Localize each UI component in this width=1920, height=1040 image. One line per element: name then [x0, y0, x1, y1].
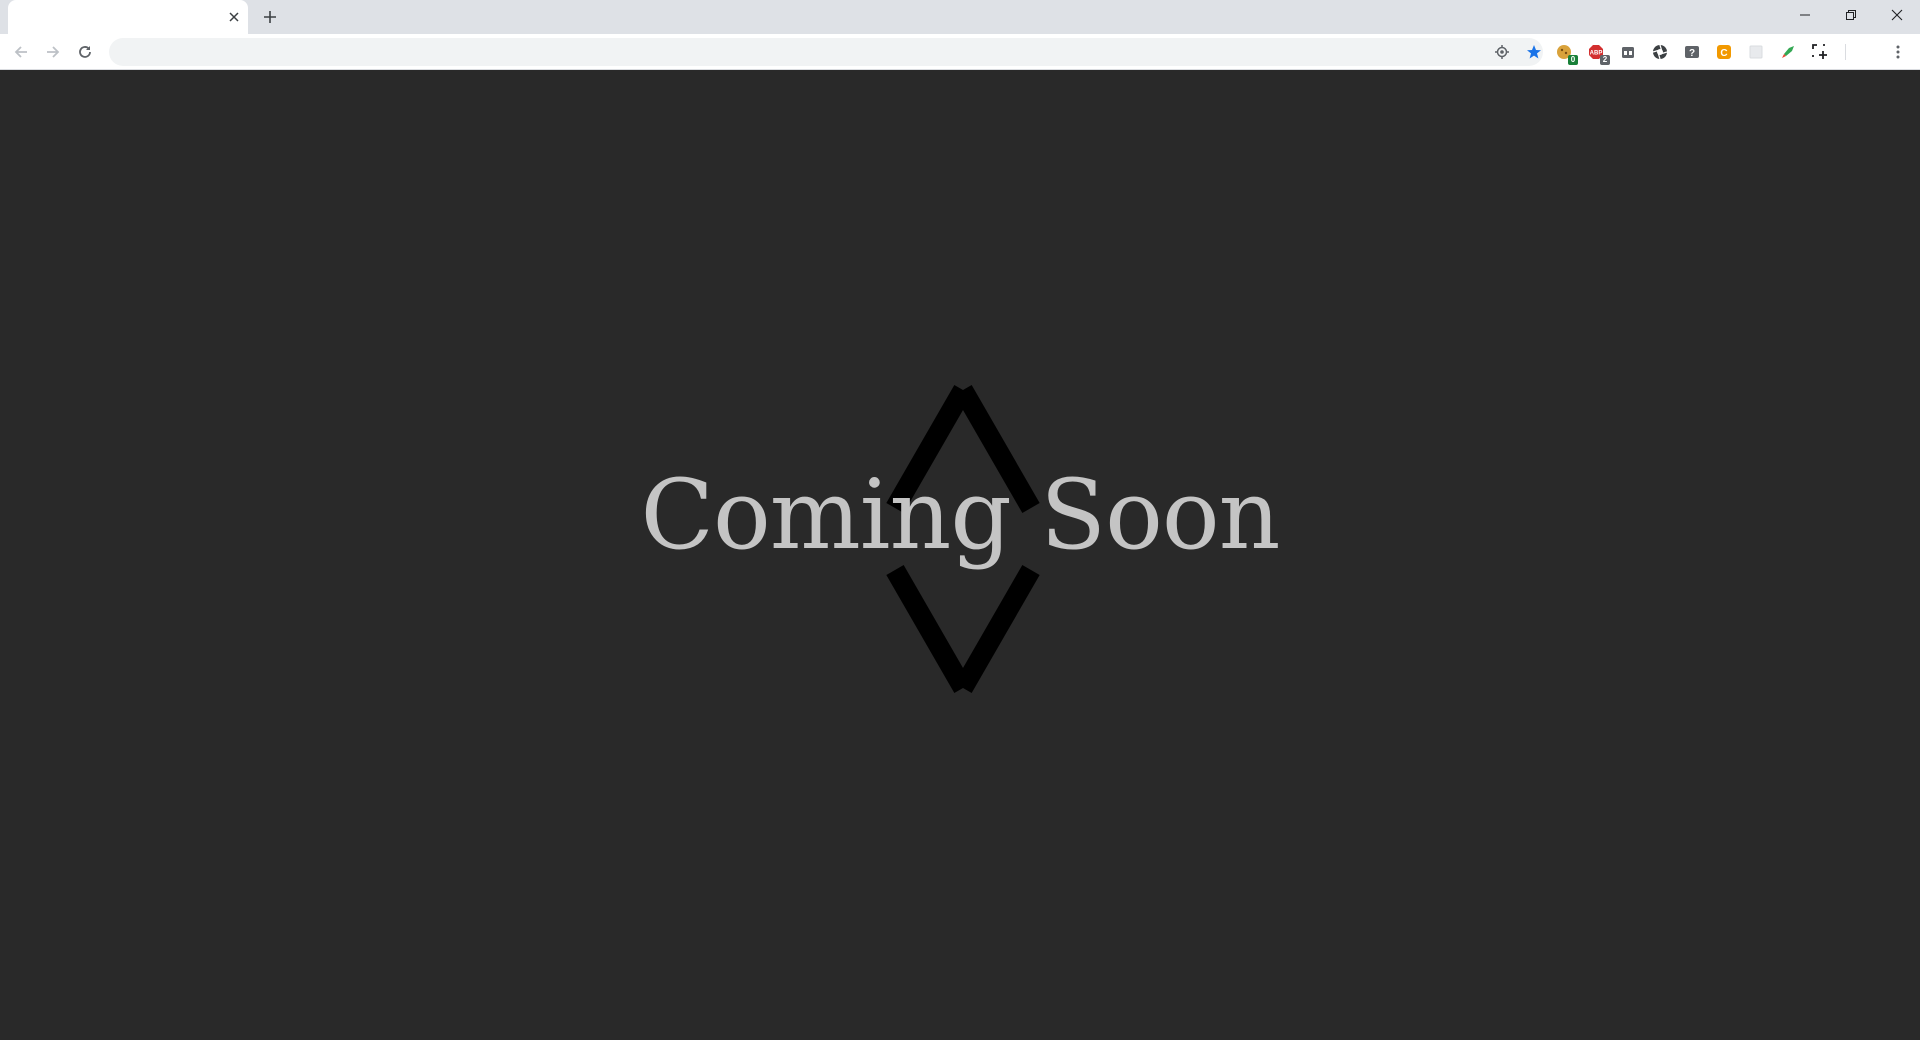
blank-extension-icon[interactable] — [1746, 42, 1766, 62]
cookie-badge: 0 — [1568, 55, 1578, 65]
close-window-icon[interactable] — [1874, 0, 1920, 30]
coming-soon-headline: Coming Soon — [640, 459, 1281, 571]
adblock-badge: 2 — [1600, 55, 1610, 65]
forward-arrow-icon[interactable] — [39, 38, 67, 66]
browser-toolbar: 0 ABP 2 ? C — [0, 34, 1920, 70]
more-menu-icon[interactable] — [1886, 40, 1910, 64]
svg-text:?: ? — [1689, 48, 1695, 59]
toolbar-separator — [1845, 44, 1846, 60]
page-viewport: Coming Soon — [0, 70, 1920, 1040]
minimize-icon[interactable] — [1782, 0, 1828, 30]
diamond-lower-right-stroke — [954, 565, 1040, 693]
restore-window-icon[interactable] — [1828, 0, 1874, 30]
bookmark-star-icon[interactable] — [1524, 42, 1544, 62]
aperture-extension-icon[interactable] — [1650, 42, 1670, 62]
cookie-extension-icon[interactable]: 0 — [1554, 42, 1578, 65]
help-extension-icon[interactable]: ? — [1682, 42, 1702, 62]
back-arrow-icon[interactable] — [7, 38, 35, 66]
svg-text:C: C — [1720, 48, 1727, 59]
url-input[interactable] — [125, 38, 1475, 66]
store-extension-icon[interactable] — [1618, 42, 1638, 62]
diamond-lower-left-stroke — [886, 565, 972, 693]
tab-strip — [0, 0, 1920, 34]
address-bar[interactable] — [109, 38, 1543, 66]
reload-icon[interactable] — [71, 38, 99, 66]
adblock-extension-icon[interactable]: ABP 2 — [1586, 42, 1610, 65]
new-tab-icon[interactable] — [258, 5, 282, 29]
rocket-extension-icon[interactable] — [1778, 42, 1798, 62]
location-target-icon[interactable] — [1492, 42, 1512, 62]
active-tab[interactable] — [8, 0, 248, 34]
screenshot-extension-icon[interactable] — [1810, 42, 1830, 62]
c-extension-icon[interactable]: C — [1714, 42, 1734, 62]
tab-close-icon[interactable] — [224, 7, 244, 27]
tab-title — [20, 9, 210, 25]
